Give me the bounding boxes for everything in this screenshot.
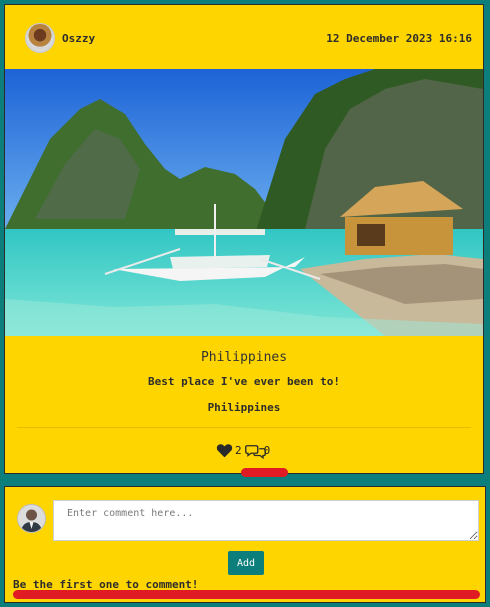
heart-icon[interactable] [216,443,233,458]
comments-icon[interactable] [244,443,266,459]
post-stats: 2 0 [216,441,273,459]
highlight-mark [13,590,480,599]
comment-section: Add Be the first one to comment! [4,486,486,603]
likes-count: 2 [235,443,242,457]
comment-input[interactable] [53,500,479,541]
user-avatar[interactable] [25,23,55,53]
highlight-mark [241,468,288,477]
post-title: Philippines [200,350,288,365]
post-image[interactable] [5,69,483,336]
post-username[interactable]: Oszzy [62,32,95,45]
comments-count: 0 [263,443,271,457]
divider [17,427,471,428]
post-location: Philippines [207,401,281,414]
post-timestamp: 12 December 2023 16:16 [326,32,472,45]
commenter-avatar [17,504,46,533]
post-header: Oszzy 12 December 2023 16:16 [5,5,483,69]
add-comment-button[interactable]: Add [228,551,264,575]
post-caption: Best place I've ever been to! [147,375,341,388]
post-card: Oszzy 12 December 2023 16:16 Philippines… [4,4,484,474]
post-image-graphic [5,69,483,336]
